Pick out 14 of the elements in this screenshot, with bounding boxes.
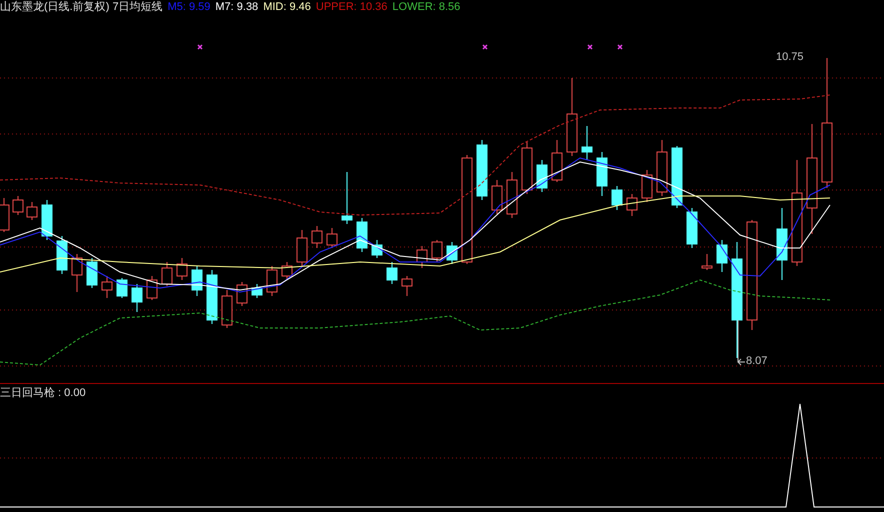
- low-price-label: 8.07: [746, 354, 768, 368]
- cross-marker-icon: [617, 44, 623, 50]
- indicator-title: 三日回马枪 : 0.00: [0, 386, 87, 400]
- cross-marker-icon: [197, 44, 203, 50]
- leader-line: [737, 320, 746, 366]
- high-price-label: 10.75: [776, 50, 804, 64]
- indicator-value: LOWER: 8.56: [392, 0, 460, 14]
- cross-marker-icon: [482, 44, 488, 50]
- indicator-value: UPPER: 10.36: [316, 0, 388, 14]
- indicator-value: MID: 9.46: [263, 0, 311, 14]
- indicator-value: M7: 9.38: [215, 0, 258, 14]
- indicator-value: M5: 9.59: [168, 0, 210, 14]
- chart-title: 山东墨龙(日线.前复权) 7日均短线: [0, 0, 163, 14]
- cross-marker-icon: [587, 44, 593, 50]
